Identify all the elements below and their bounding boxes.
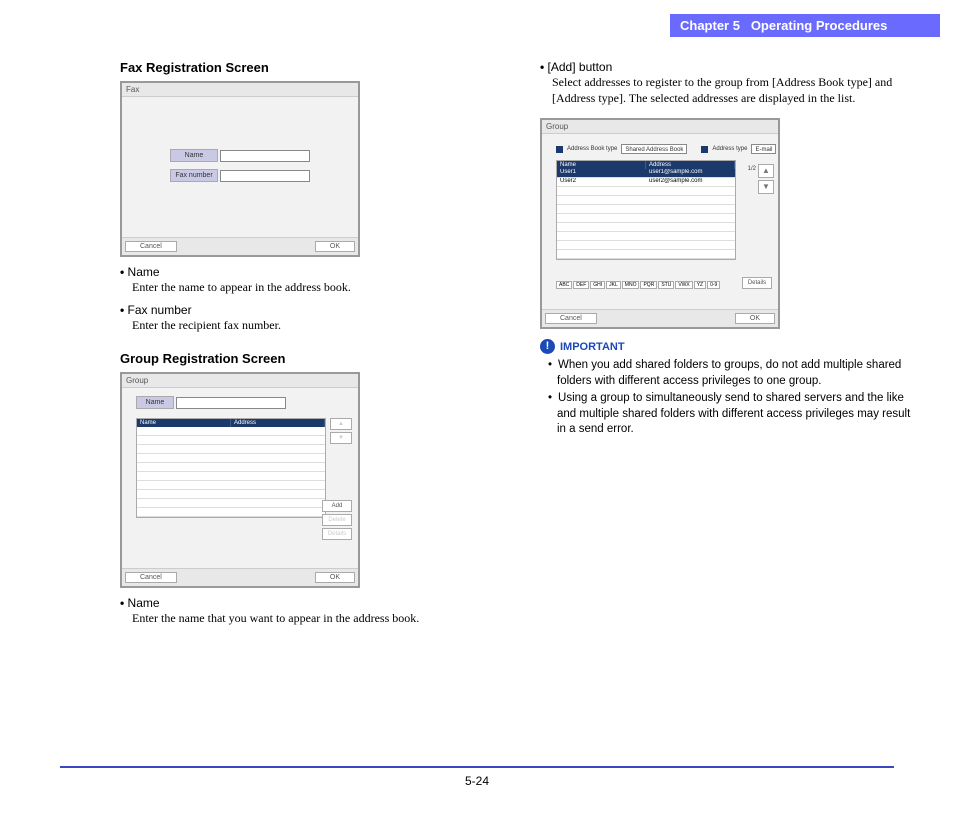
important-header: ! IMPORTANT: [540, 339, 920, 354]
alpha-btn[interactable]: YZ: [694, 281, 706, 289]
fax-item-number-desc: Enter the recipient fax number.: [132, 317, 500, 333]
fax-ok-button[interactable]: OK: [315, 241, 355, 252]
group-cancel-button[interactable]: Cancel: [125, 572, 177, 583]
alpha-btn[interactable]: STU: [658, 281, 674, 289]
group-name-label: Name: [136, 396, 174, 409]
page-down-button[interactable]: ▼: [758, 180, 774, 194]
group-heading: Group Registration Screen: [120, 351, 500, 366]
group-dialog: Group Name Name Address: [120, 372, 360, 588]
fax-cancel-button[interactable]: Cancel: [125, 241, 177, 252]
alpha-btn[interactable]: 0-9: [707, 281, 720, 289]
add-th-name: Name: [557, 161, 646, 169]
group-item-name: • Name: [120, 596, 500, 610]
alpha-btn[interactable]: PQR: [640, 281, 657, 289]
alpha-btn[interactable]: MNO: [622, 281, 640, 289]
group-th-name: Name: [137, 419, 231, 427]
at-select[interactable]: E-mail: [751, 144, 776, 154]
alpha-btn[interactable]: ABC: [556, 281, 572, 289]
add-dialog: Group Address Book type Shared Address B…: [540, 118, 780, 329]
alpha-filter-row: ABC DEF GHI JKL MNO PQR STU VWX YZ 0-9: [556, 281, 720, 289]
fax-number-label: Fax number: [170, 169, 218, 182]
add-address-table: Name Address User1 user1@sample.com User…: [556, 160, 736, 260]
abt-icon: [556, 146, 563, 153]
fax-item-name-desc: Enter the name to appear in the address …: [132, 279, 500, 295]
chapter-number: Chapter 5: [680, 18, 740, 33]
fax-item-number: • Fax number: [120, 303, 500, 317]
fax-number-input[interactable]: [220, 170, 310, 182]
group-th-addr: Address: [231, 419, 325, 427]
alpha-btn[interactable]: DEF: [573, 281, 589, 289]
important-bullet: Using a group to simultaneously send to …: [540, 391, 920, 438]
group-member-table: Name Address: [136, 418, 326, 518]
important-label: IMPORTANT: [560, 341, 625, 353]
add-cancel-button[interactable]: Cancel: [545, 313, 597, 324]
fax-name-input[interactable]: [220, 150, 310, 162]
group-ok-button[interactable]: OK: [315, 572, 355, 583]
footer-divider: [60, 766, 894, 768]
group-dialog-title: Group: [122, 374, 358, 388]
table-row[interactable]: User2 user2@sample.com: [557, 178, 735, 187]
add-th-addr: Address: [646, 161, 735, 169]
fax-heading: Fax Registration Screen: [120, 60, 500, 75]
at-label: Address type: [712, 146, 747, 152]
table-row[interactable]: User1 user1@sample.com: [557, 169, 735, 178]
group-name-input[interactable]: [176, 397, 286, 409]
page-up-button[interactable]: ▲: [758, 164, 774, 178]
fax-dialog: Fax Name Fax number Cancel OK: [120, 81, 360, 257]
left-column: Fax Registration Screen Fax Name Fax num…: [120, 60, 500, 627]
add-button-desc: Select addresses to register to the grou…: [552, 74, 920, 106]
group-add-button[interactable]: Add: [322, 500, 352, 512]
abt-label: Address Book type: [567, 146, 617, 152]
chapter-title: Operating Procedures: [751, 18, 888, 33]
fax-name-label: Name: [170, 149, 218, 162]
group-details-button[interactable]: Details: [322, 528, 352, 540]
page-indicator: 1/2: [748, 166, 756, 172]
important-bullet: When you add shared folders to groups, d…: [540, 358, 920, 389]
at-icon: [701, 146, 708, 153]
important-list: When you add shared folders to groups, d…: [540, 358, 920, 438]
chapter-header: Chapter 5 Operating Procedures: [670, 14, 940, 37]
add-dialog-title: Group: [542, 120, 778, 134]
right-column: • [Add] button Select addresses to regis…: [540, 60, 920, 627]
group-delete-button[interactable]: Delete: [322, 514, 352, 526]
page-number: 5-24: [0, 774, 954, 788]
fax-dialog-title: Fax: [122, 83, 358, 97]
alpha-btn[interactable]: JKL: [606, 281, 621, 289]
add-button-item: • [Add] button: [540, 60, 920, 74]
group-item-name-desc: Enter the name that you want to appear i…: [132, 610, 500, 626]
fax-item-name: • Name: [120, 265, 500, 279]
add-ok-button[interactable]: OK: [735, 313, 775, 324]
alpha-btn[interactable]: GHI: [590, 281, 605, 289]
abt-select[interactable]: Shared Address Book: [621, 144, 687, 154]
add-details-button[interactable]: Details: [742, 277, 772, 289]
alpha-btn[interactable]: VWX: [675, 281, 692, 289]
important-icon: !: [540, 339, 555, 354]
